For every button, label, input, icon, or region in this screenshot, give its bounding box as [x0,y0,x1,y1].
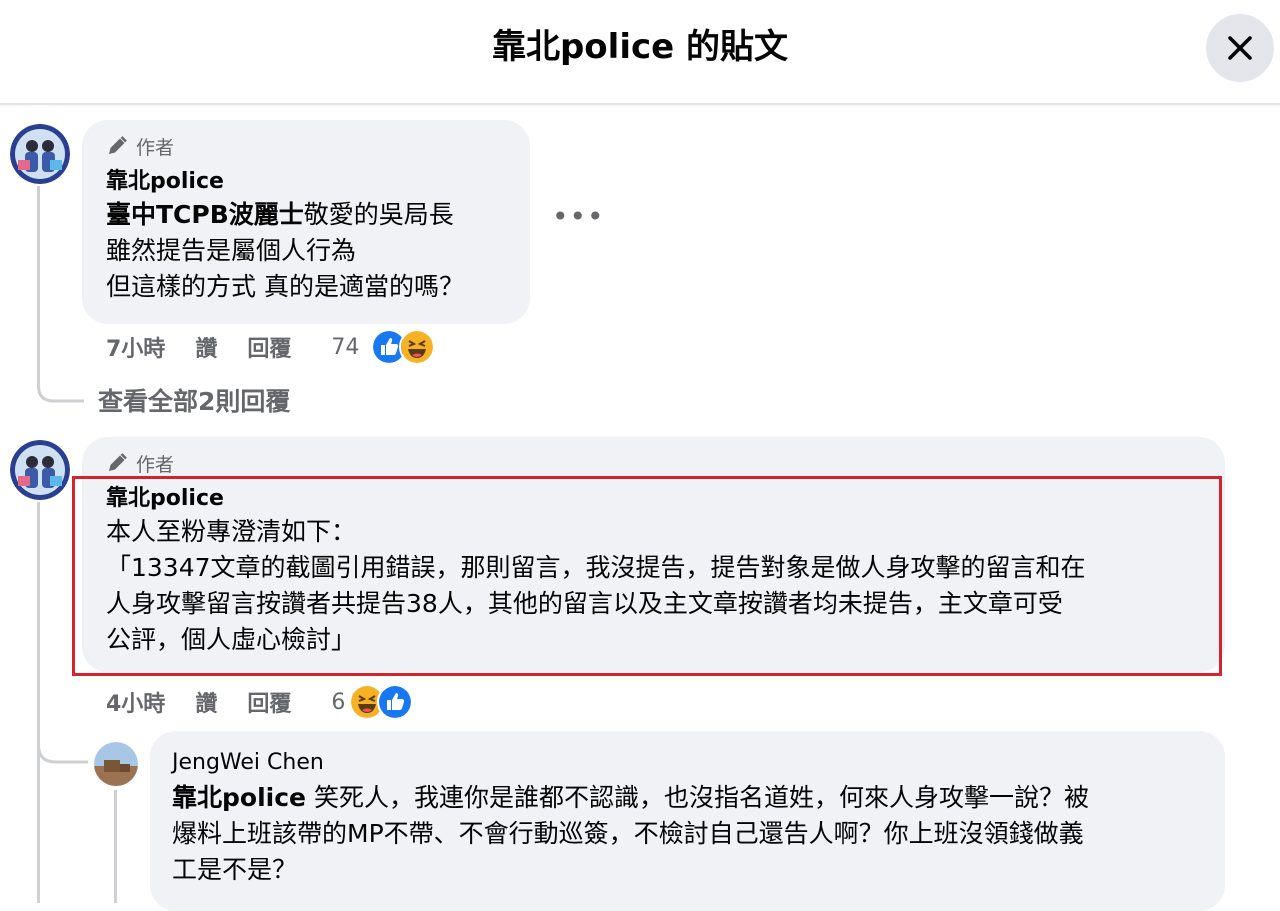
comment-actions: 4小時 讚 回覆 6 [106,684,414,720]
reaction-summary[interactable]: 6 [331,684,414,720]
reaction-count: 6 [331,689,346,715]
comment-time[interactable]: 7小時 [106,331,165,363]
thread-line [37,186,40,386]
pencil-icon [109,453,127,471]
haha-icon [399,329,436,365]
thread-line [37,502,40,903]
thread-line [114,790,117,903]
author-badge: 作者 [106,450,1086,476]
reply-link[interactable]: 回覆 [247,331,291,363]
reply-bubble: JengWei Chen 靠北police 笑死人，我連你是誰都不認識，也沒指名… [150,731,1225,911]
highlight-box [72,476,1222,676]
close-icon [1228,36,1252,60]
like-link[interactable]: 讚 [195,686,217,718]
like-link[interactable]: 讚 [195,331,217,363]
pencil-icon [109,136,127,154]
comment-line: 敬愛的吳局長 [303,200,454,229]
reply-author[interactable]: JengWei Chen [172,748,1089,778]
reply-link[interactable]: 回覆 [247,686,291,718]
comment-author[interactable]: 靠北police [106,167,464,197]
author-badge-label: 作者 [136,136,175,159]
more-icon: ••• [552,200,605,233]
reaction-summary[interactable]: 74 [331,329,436,365]
comment-line: 雖然提告是屬個人行為 [106,236,357,265]
thread-line-curve [37,735,88,764]
reply-line: 爆料上班該帶的MP不帶、不會行動巡簽，不檢討自己還告人啊？你上班沒領錢做義 [172,819,1084,848]
author-badge: 作者 [106,133,464,159]
reply-avatar[interactable] [94,742,138,786]
view-all-replies-link[interactable]: 查看全部2則回覆 [98,382,290,418]
reply-line: 工是不是？ [172,855,298,884]
author-badge-label: 作者 [136,453,175,476]
comment-actions: 7小時 讚 回覆 74 [106,329,436,365]
avatar[interactable] [10,440,70,500]
comment-text: 臺中TCPB波麗士敬愛的吳局長 雖然提告是屬個人行為 但這樣的方式 真的是適當的… [106,197,464,305]
comment-time[interactable]: 4小時 [106,686,165,718]
avatar[interactable] [10,124,70,184]
mention-link[interactable]: 靠北police [172,783,306,812]
comment-line: 但這樣的方式 真的是適當的嗎？ [106,272,464,301]
comment-bubble: 作者 靠北police 臺中TCPB波麗士敬愛的吳局長 雖然提告是屬個人行為 但… [82,120,530,324]
mention-tag[interactable]: 臺中TCPB波麗士 [106,200,304,229]
dialog-header: 靠北police 的貼文 [0,0,1280,105]
page-title: 靠北police 的貼文 [491,27,789,67]
reply-text: 靠北police 笑死人，我連你是誰都不認識，也沒指名道姓，何來人身攻擊一說？被… [172,780,1089,888]
close-button[interactable] [1206,14,1274,82]
like-icon [377,684,414,720]
thread-line-curve [37,380,84,403]
reply-line: 笑死人，我連你是誰都不認識，也沒指名道姓，何來人身攻擊一說？被 [306,783,1089,812]
reaction-count: 74 [331,334,360,360]
more-options-button[interactable]: ••• [552,200,605,233]
